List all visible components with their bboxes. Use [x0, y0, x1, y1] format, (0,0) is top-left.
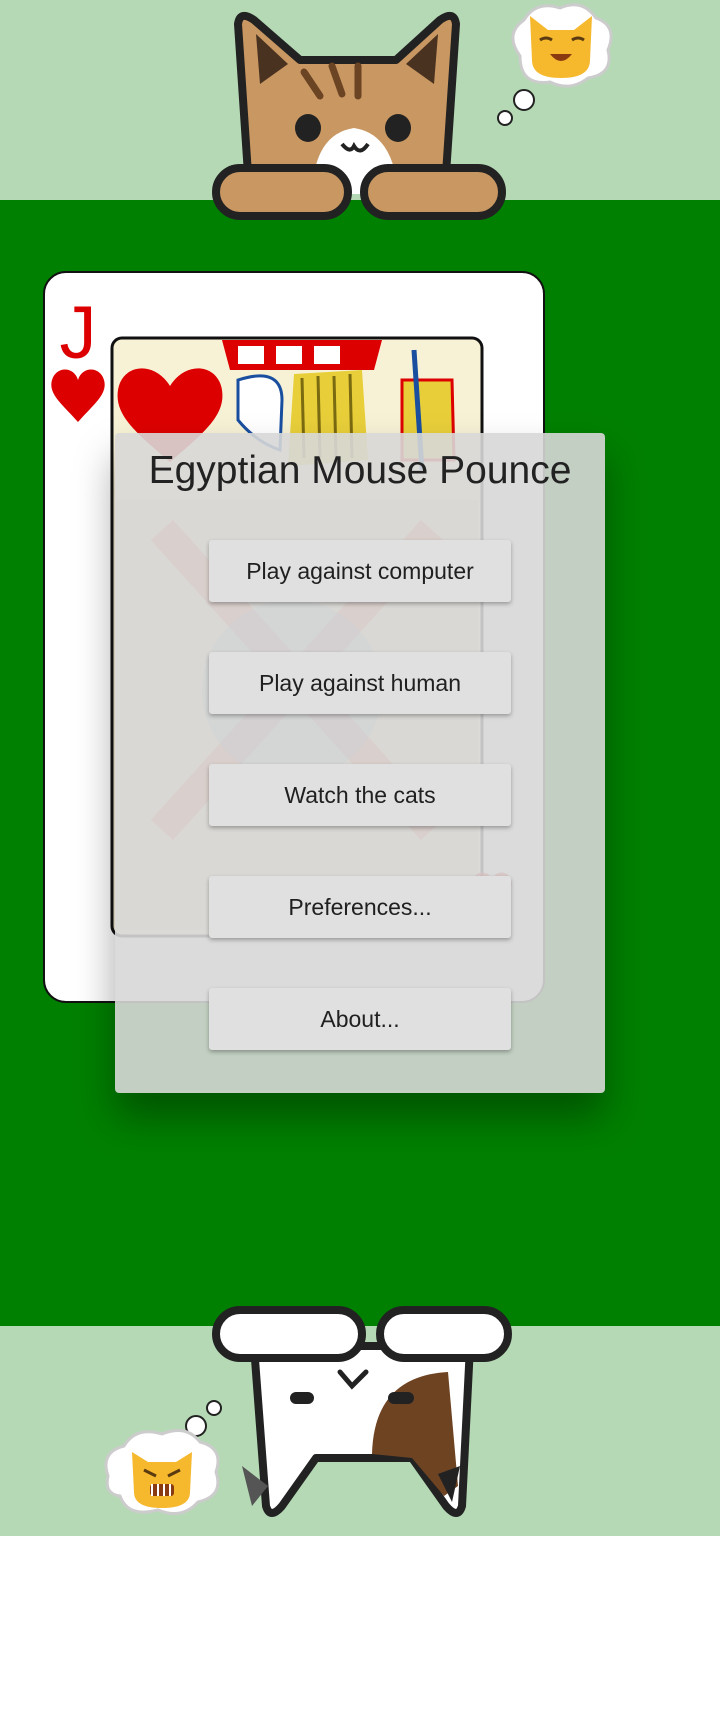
top-cat-opponent [212, 11, 506, 220]
main-menu-dialog: Egyptian Mouse Pounce Play against compu… [115, 433, 605, 1093]
top-thought-bubble [497, 3, 613, 126]
play-against-human-button[interactable]: Play against human [209, 652, 511, 714]
play-against-computer-button[interactable]: Play against computer [209, 540, 511, 602]
bottom-cat-player [212, 1306, 512, 1517]
about-button[interactable]: About... [209, 988, 511, 1050]
game-title: Egyptian Mouse Pounce [148, 449, 572, 492]
svg-text:J: J [60, 291, 97, 374]
bottom-thought-bubble [104, 1400, 222, 1516]
watch-the-cats-button[interactable]: Watch the cats [209, 764, 511, 826]
preferences-button[interactable]: Preferences... [209, 876, 511, 938]
